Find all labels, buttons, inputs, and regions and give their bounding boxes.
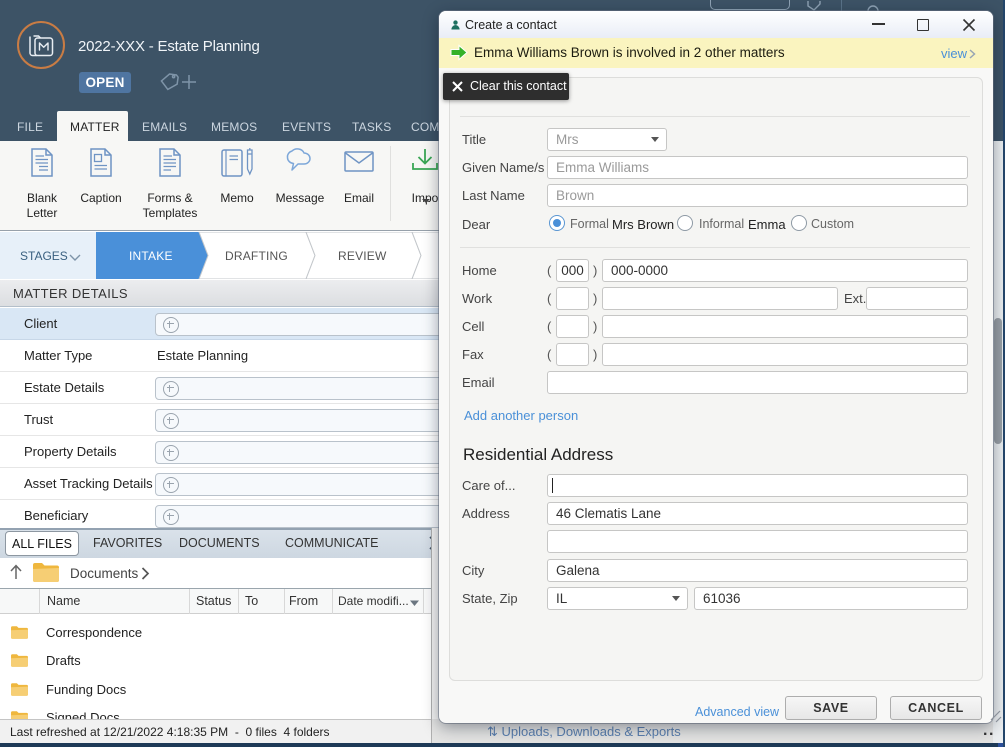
svg-text:DRAFTING: DRAFTING [225, 249, 288, 263]
svg-text:INTAKE: INTAKE [129, 249, 173, 263]
svg-text:REVIEW: REVIEW [338, 249, 387, 263]
